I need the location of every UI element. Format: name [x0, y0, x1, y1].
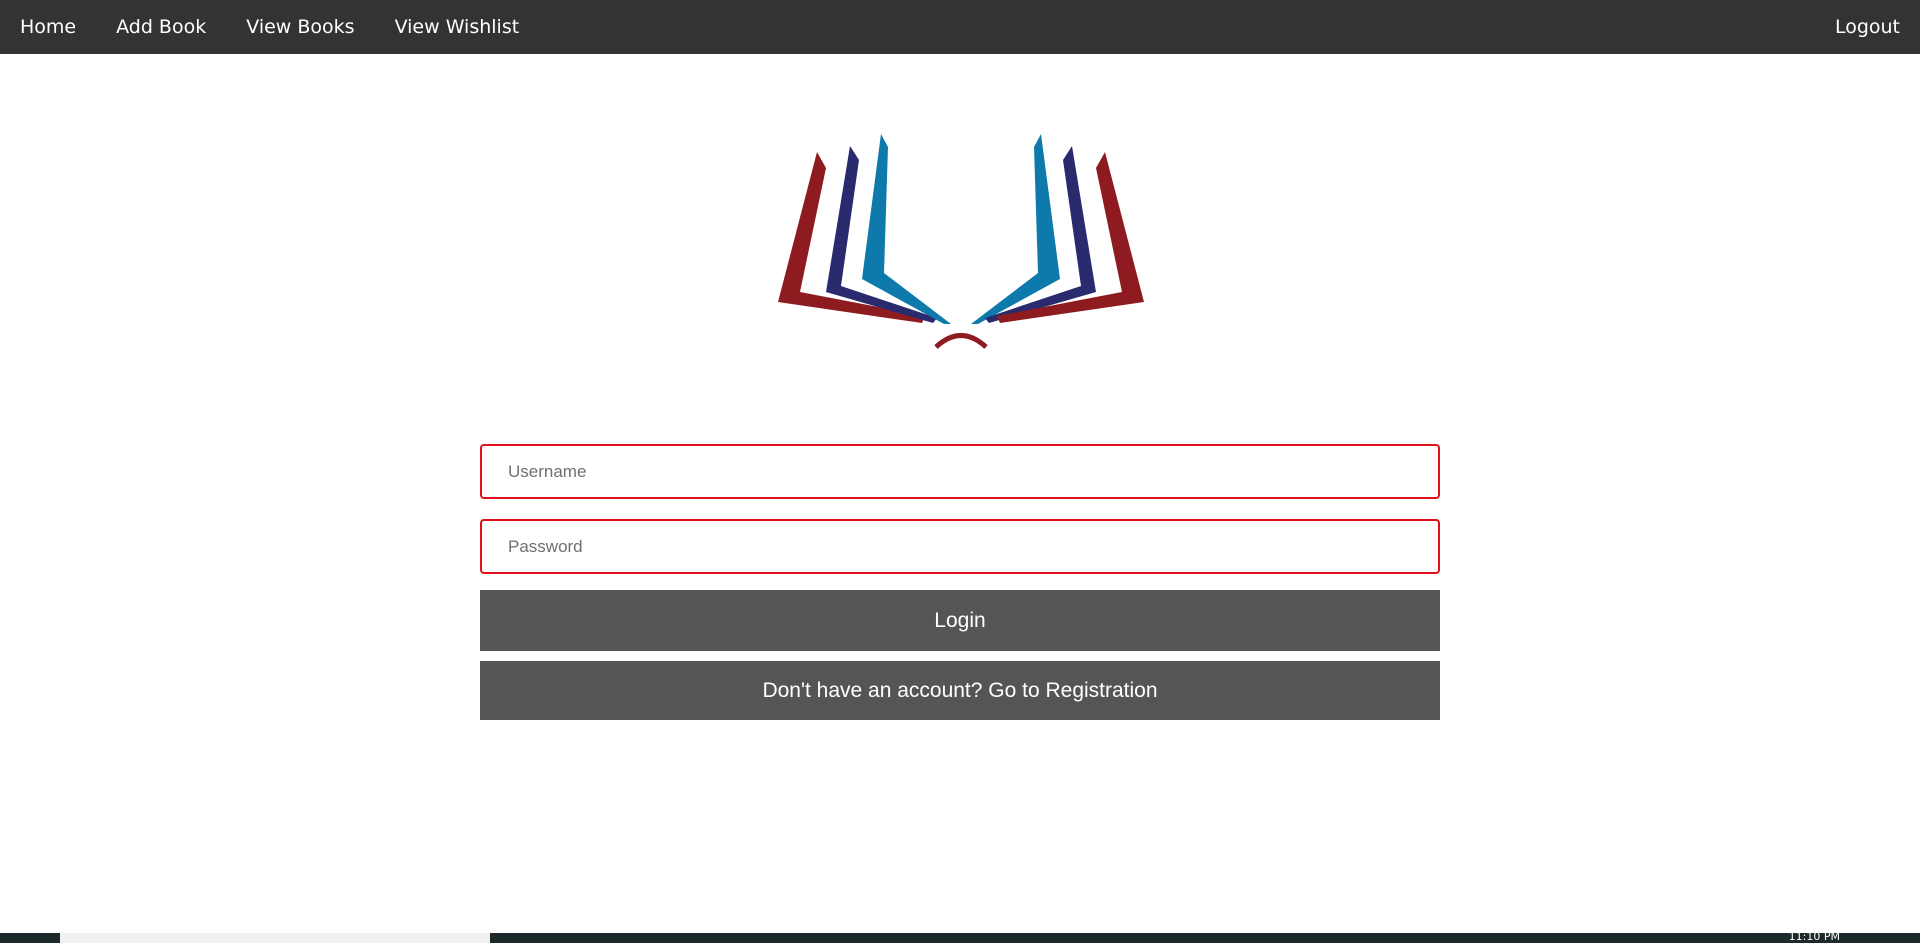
login-button[interactable]: Login [480, 590, 1440, 651]
nav-right: Logout [1815, 0, 1920, 54]
os-taskbar: 11:10 PM [0, 931, 1920, 943]
login-form: Login Don't have an account? Go to Regis… [480, 444, 1440, 720]
nav-view-wishlist-link[interactable]: View Wishlist [375, 0, 540, 54]
nav-links: Home Add Book View Books View Wishlist [0, 0, 539, 54]
nav-home-link[interactable]: Home [0, 0, 96, 54]
open-book-logo-icon [778, 134, 1144, 349]
logo-right-inner-page [971, 134, 1060, 324]
top-navbar: Home Add Book View Books View Wishlist L… [0, 0, 1920, 54]
open-book-logo [770, 130, 1150, 355]
go-to-registration-button[interactable]: Don't have an account? Go to Registratio… [480, 661, 1440, 720]
taskbar-clock[interactable]: 11:10 PM [1789, 931, 1840, 943]
logo-spine-arc [934, 333, 988, 349]
nav-add-book-link[interactable]: Add Book [96, 0, 226, 54]
nav-view-books-link[interactable]: View Books [226, 0, 374, 54]
taskbar-search-box[interactable] [60, 933, 490, 943]
logout-link[interactable]: Logout [1815, 0, 1920, 54]
logo-left-inner-page [862, 134, 951, 324]
username-input[interactable] [480, 444, 1440, 499]
password-input[interactable] [480, 519, 1440, 574]
